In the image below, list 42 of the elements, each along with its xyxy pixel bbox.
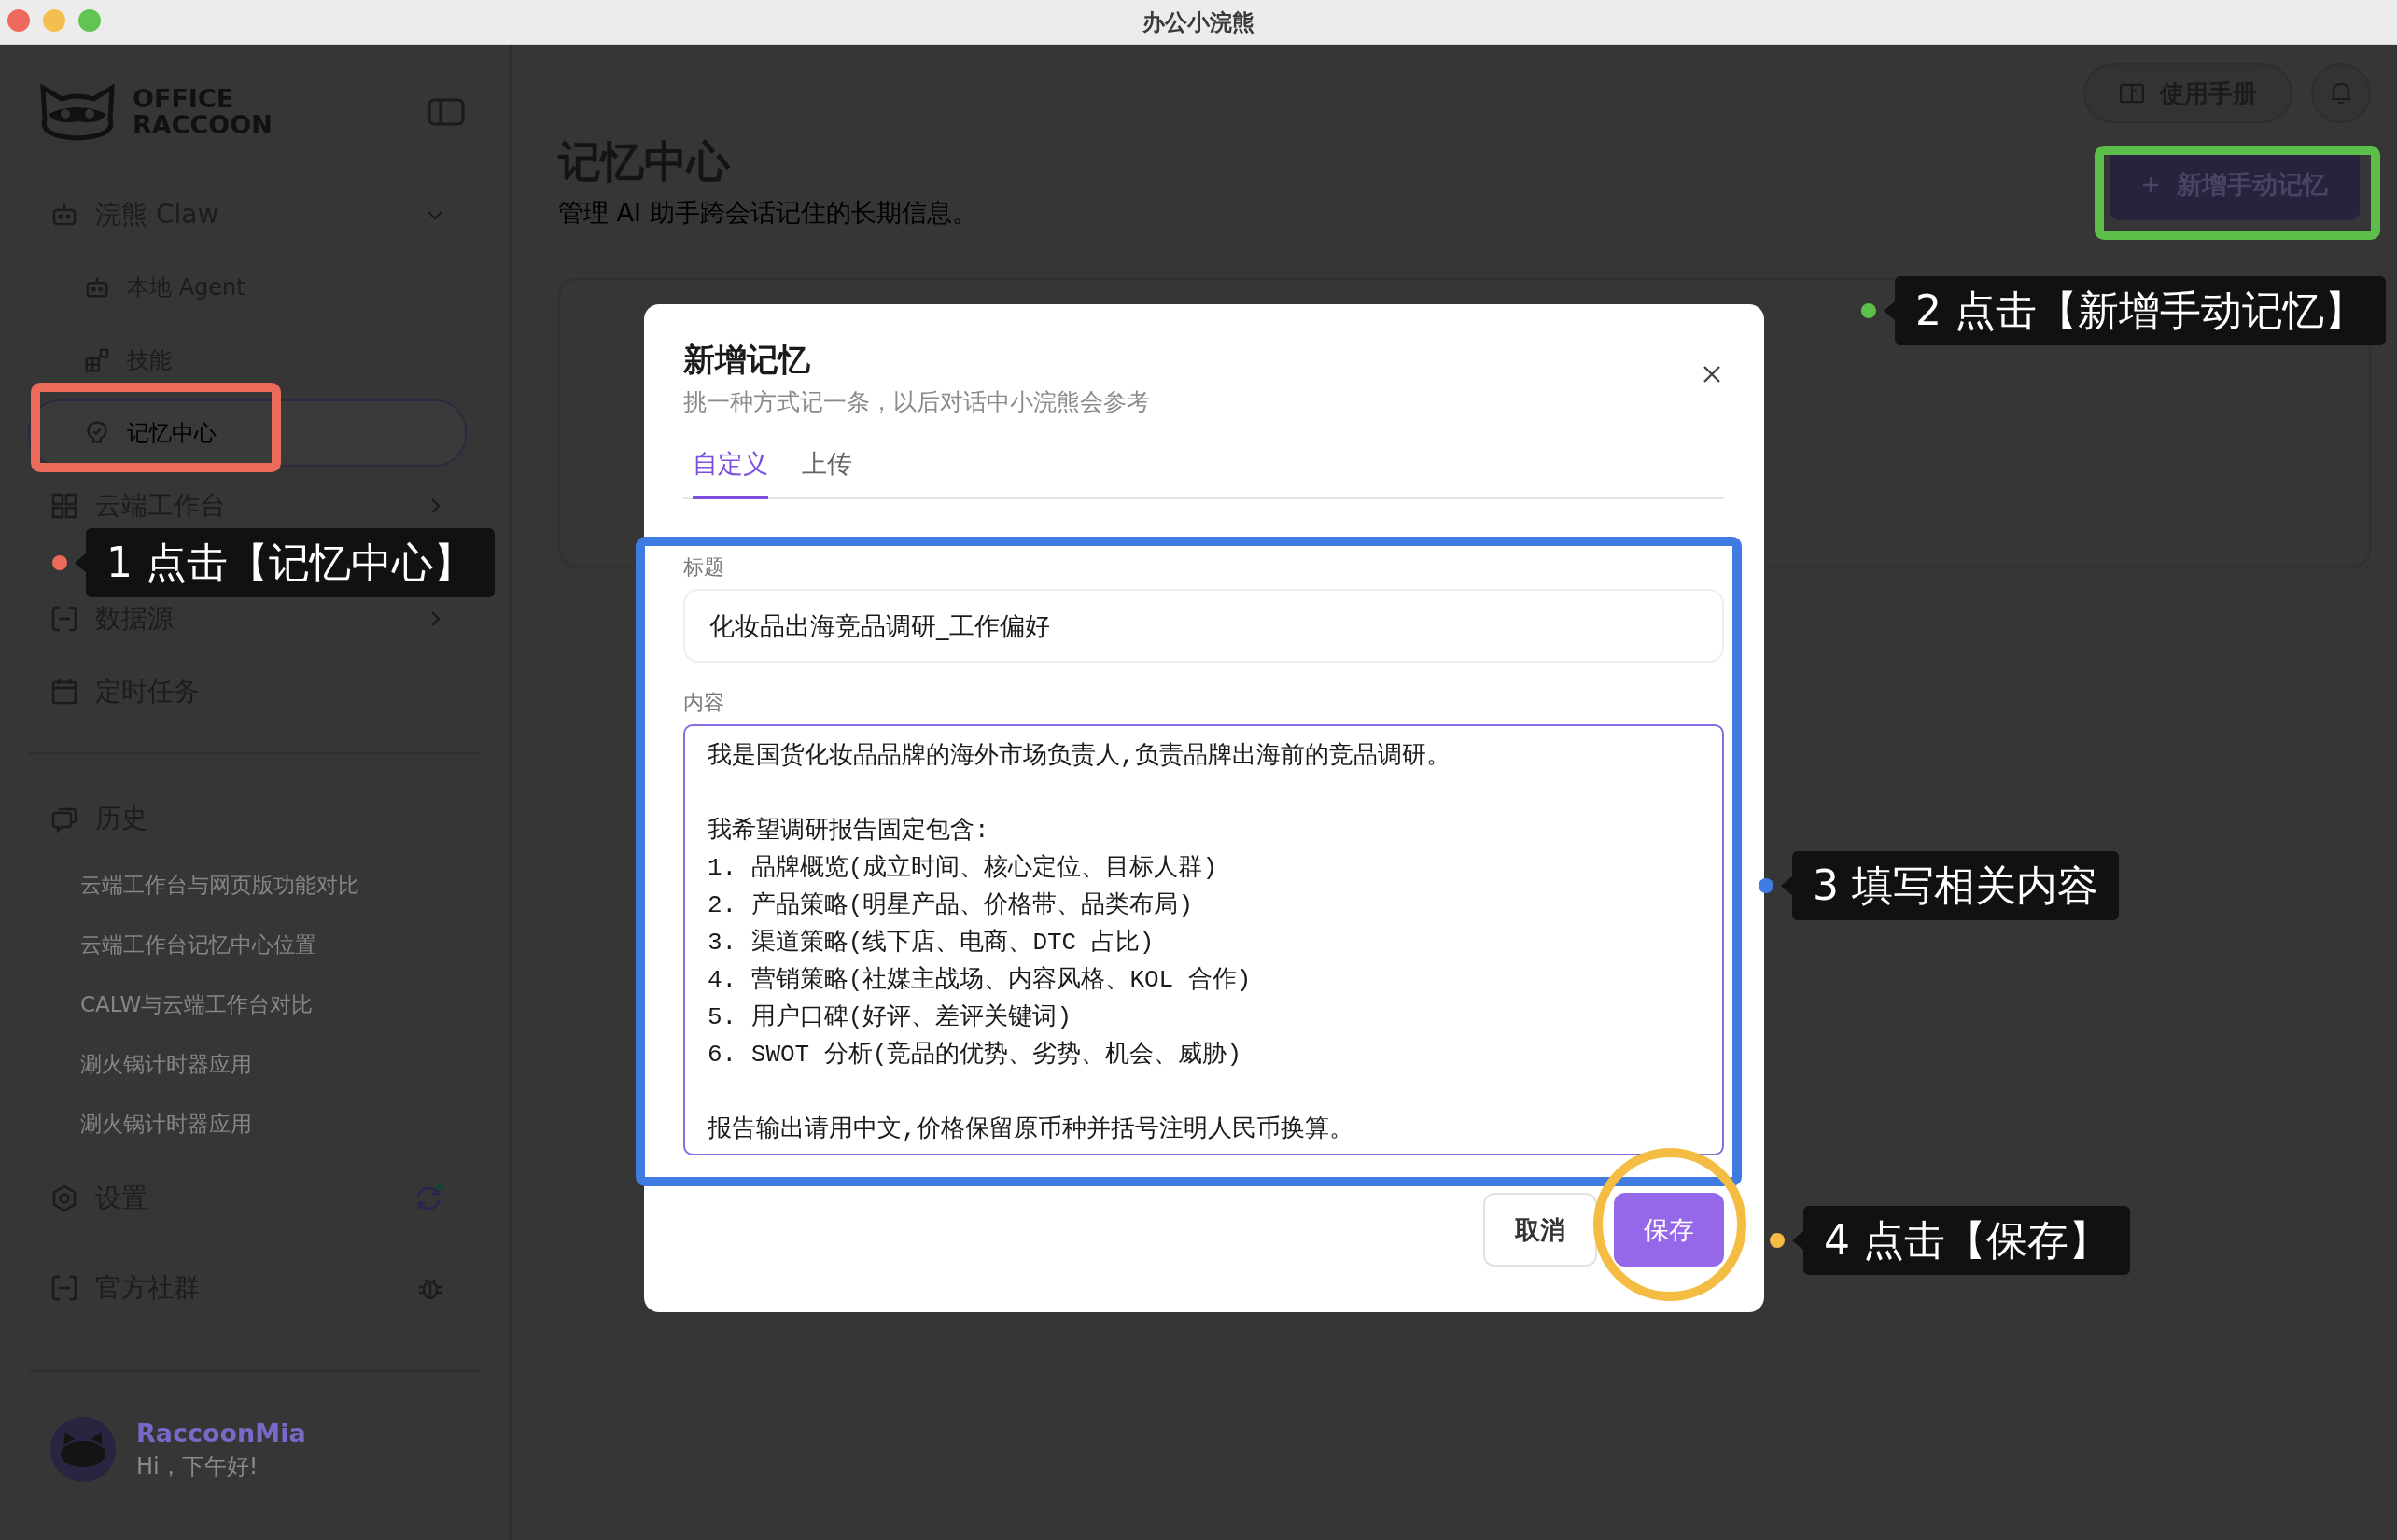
- minimize-window-button[interactable]: [43, 9, 65, 32]
- callout-pointer: [75, 553, 86, 572]
- history-item[interactable]: 涮火锅计时器应用: [28, 1094, 482, 1154]
- book-icon: [2119, 83, 2145, 104]
- sidebar-toggle-icon[interactable]: [428, 97, 465, 126]
- scan-icon: [50, 1274, 78, 1302]
- nav-subitem[interactable]: 记忆中心: [28, 399, 467, 467]
- tab[interactable]: 自定义: [693, 441, 768, 499]
- save-button[interactable]: 保存: [1614, 1193, 1724, 1267]
- bell-icon: [2330, 81, 2352, 105]
- callout-pointer: [1781, 876, 1792, 895]
- callout-pointer: [1792, 1231, 1803, 1250]
- field-label: 内容: [683, 690, 725, 716]
- avatar[interactable]: [50, 1417, 116, 1482]
- callout-label: 3 填写相关内容: [1792, 851, 2119, 920]
- history-item[interactable]: 涮火锅计时器应用: [28, 1034, 482, 1094]
- calendar-icon: [50, 678, 78, 706]
- plus-icon: [2141, 175, 2160, 194]
- history-item[interactable]: CALW与云端工作台对比: [28, 974, 482, 1034]
- grid-icon: [50, 492, 78, 520]
- settings-icon: [50, 1184, 78, 1212]
- scan-icon: [50, 605, 78, 633]
- history-item[interactable]: 云端工作台与网页版功能对比: [28, 855, 482, 915]
- content-field[interactable]: 我是国货化妆品品牌的海外市场负责人,负责品牌出海前的竞品调研。 我希望调研报告固定包含: 1. 品牌概览(成立时间、核心定位、目标人群) 2. 产品策略(明星产品、价格带、品类布局) 3. 渠道策略(线下店、电商、DTC 占比) 4. 营销策略(社媒主战场、内容风格、KOL 合作) 5. 用户口碑(好评、差评关键词) 6. SWOT 分析(竞品的优势、劣势、机会、威胁) 报告输出请用中文,价格保留原币种并括号注明人民币换算。: [683, 724, 1724, 1155]
- window-title: 办公小浣熊: [1142, 7, 1255, 37]
- dialog-subtitle: 挑一种方式记一条，以后对话中小浣熊会参考: [683, 387, 1150, 417]
- close-window-button[interactable]: [7, 9, 30, 32]
- user-name: RaccoonMia: [136, 1418, 306, 1448]
- field-label: 标题: [683, 554, 725, 581]
- title-field[interactable]: 化妆品出海竞品调研_工作偏好: [683, 589, 1724, 663]
- callout-pointer: [1884, 301, 1895, 320]
- close-icon[interactable]: [1702, 364, 1722, 385]
- tab[interactable]: 上传: [802, 441, 852, 499]
- history-item[interactable]: 云端工作台记忆中心位置: [28, 915, 482, 974]
- blocks-icon: [84, 347, 110, 373]
- greeting-text: Hi，下午好!: [136, 1451, 259, 1481]
- cancel-button[interactable]: 取消: [1483, 1193, 1597, 1267]
- zoom-window-button[interactable]: [78, 9, 101, 32]
- callout-label: 1 点击【记忆中心】: [86, 528, 495, 597]
- callout-label: 2 点击【新增手动记忆】: [1895, 276, 2386, 345]
- callout-label: 4 点击【保存】: [1803, 1206, 2130, 1275]
- dialog-title: 新增记忆: [683, 340, 811, 380]
